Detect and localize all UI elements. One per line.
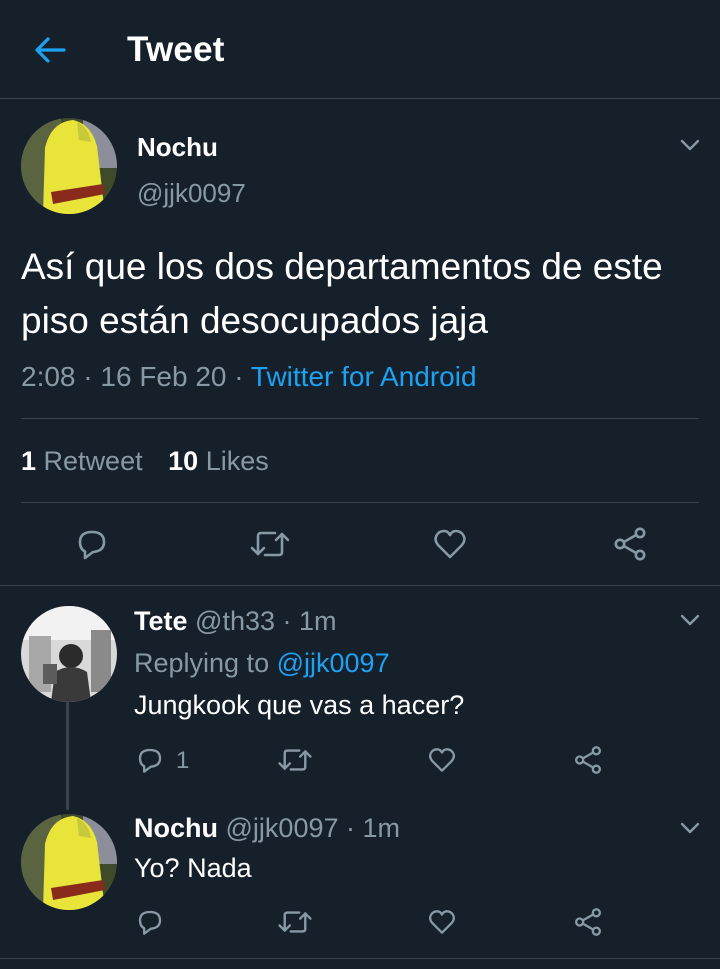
like-button[interactable] xyxy=(426,744,458,776)
meta-separator: · xyxy=(346,813,356,843)
back-button[interactable] xyxy=(30,32,70,68)
replying-to: Replying to @jjk0097 xyxy=(134,648,390,679)
reply-button[interactable] xyxy=(134,906,166,938)
reply-menu-button[interactable] xyxy=(676,818,704,838)
reply-header: Nochu @jjk0097 · 1m xyxy=(134,813,400,844)
tweet-meta: 2:08 · 16 Feb 20 · Twitter for Android xyxy=(21,361,477,393)
reply-author-handle[interactable]: @th33 xyxy=(195,606,275,636)
divider xyxy=(21,502,699,503)
chevron-down-icon xyxy=(680,139,700,151)
speech-bubble-icon xyxy=(138,910,162,935)
heart-icon xyxy=(428,910,456,934)
likes-stat[interactable]: 10 Likes xyxy=(168,446,269,476)
tweet-menu-button[interactable] xyxy=(676,135,704,155)
speech-bubble-icon xyxy=(138,748,162,773)
reply-author-name[interactable]: Nochu xyxy=(134,813,218,843)
retweets-stat[interactable]: 1 Retweet xyxy=(21,446,143,476)
reply-time: 1m xyxy=(362,813,401,843)
like-count: 10 xyxy=(168,446,199,476)
retweet-icon xyxy=(250,531,290,557)
tweet-time: 2:08 xyxy=(21,361,76,392)
meta-separator: · xyxy=(282,606,292,636)
heart-icon xyxy=(434,529,466,559)
share-button[interactable] xyxy=(572,744,604,776)
reply-text: Yo? Nada xyxy=(134,853,252,883)
replying-handle-link[interactable]: @jjk0097 xyxy=(277,648,390,678)
chevron-down-icon xyxy=(680,822,700,834)
speech-bubble-icon xyxy=(78,530,106,560)
page-title: Tweet xyxy=(127,30,225,69)
reply-button[interactable] xyxy=(72,524,112,564)
reply-count: 1 xyxy=(176,747,190,774)
retweet-button[interactable] xyxy=(276,906,314,938)
like-button[interactable] xyxy=(426,906,458,938)
share-button[interactable] xyxy=(572,906,604,938)
divider xyxy=(21,418,699,419)
reply-menu-button[interactable] xyxy=(676,610,704,630)
reply-header: Tete @th33 · 1m xyxy=(134,606,337,637)
author-handle[interactable]: @jjk0097 xyxy=(137,178,246,209)
avatar[interactable] xyxy=(21,814,117,910)
reply-text: Jungkook que vas a hacer? xyxy=(134,690,465,720)
top-bar: Tweet xyxy=(0,0,720,99)
avatar[interactable] xyxy=(21,118,117,214)
reply-author-handle[interactable]: @jjk0097 xyxy=(226,813,339,843)
arrow-left-icon xyxy=(35,37,66,63)
share-icon xyxy=(575,746,601,774)
author-name[interactable]: Nochu xyxy=(137,132,218,163)
divider xyxy=(0,585,720,586)
retweet-button[interactable] xyxy=(248,524,292,564)
meta-separator: · xyxy=(83,361,93,392)
heart-icon xyxy=(428,748,456,772)
reply-button[interactable] xyxy=(134,744,166,776)
tweet-source-link[interactable]: Twitter for Android xyxy=(251,361,477,392)
tweet-stats: 1 Retweet 10 Likes xyxy=(21,446,269,477)
tweet-text: Así que los dos departamentos de este pi… xyxy=(21,246,663,341)
avatar[interactable] xyxy=(21,606,117,702)
reply-author-name[interactable]: Tete xyxy=(134,606,188,636)
retweet-icon xyxy=(278,911,312,933)
divider xyxy=(0,958,720,959)
reply-time: 1m xyxy=(299,606,337,636)
retweet-count: 1 xyxy=(21,446,37,476)
share-button[interactable] xyxy=(610,524,650,564)
meta-separator: · xyxy=(234,361,244,392)
tweet-date: 16 Feb 20 xyxy=(100,361,227,392)
replying-label: Replying to xyxy=(134,648,270,678)
retweet-icon xyxy=(278,749,312,771)
retweet-label: Retweet xyxy=(43,446,143,476)
thread-line xyxy=(66,702,69,810)
like-button[interactable] xyxy=(430,524,470,564)
share-icon xyxy=(614,527,646,561)
retweet-button[interactable] xyxy=(276,744,314,776)
chevron-down-icon xyxy=(680,614,700,626)
share-icon xyxy=(575,908,601,936)
like-label: Likes xyxy=(205,446,269,476)
